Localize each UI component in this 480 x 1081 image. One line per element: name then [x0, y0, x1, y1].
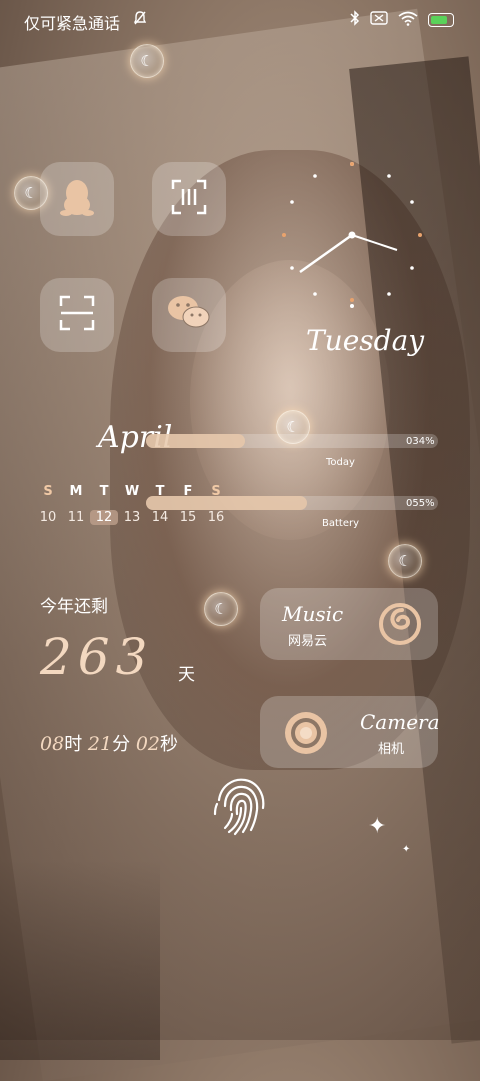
battery-percent: 055% — [406, 498, 435, 509]
calendar-day: 13 — [123, 510, 141, 525]
weekday-label: Tuesday — [306, 324, 425, 357]
battery-charging-icon — [428, 13, 454, 27]
mute-bell-icon — [132, 10, 148, 30]
no-sim-icon — [370, 11, 388, 29]
music-title: Music — [282, 602, 344, 626]
wechat-icon — [166, 293, 212, 337]
calendar-day: 14 — [151, 510, 169, 525]
penguin-icon — [58, 177, 96, 221]
background-shadow-left — [0, 860, 160, 1060]
moon-bubble-icon: ☾ — [130, 44, 164, 78]
camera-title: Camera — [360, 710, 440, 734]
countdown-seconds: 02 — [135, 733, 161, 755]
weekday-cell: S — [211, 484, 221, 499]
calendar-day-today: 12 — [90, 510, 118, 525]
weekday-cell: T — [99, 484, 109, 499]
calendar-day: 10 — [39, 510, 57, 525]
today-progress-bar — [146, 434, 438, 448]
fingerprint-unlock-icon[interactable] — [205, 770, 275, 840]
countdown-hours: 08 — [40, 733, 65, 755]
today-progress-fill — [146, 434, 246, 448]
weekday-cell: F — [183, 484, 193, 499]
sparkle-icon: ✦ — [402, 844, 411, 855]
moon-bubble-icon: ☾ — [388, 544, 422, 578]
hours-unit: 时 — [64, 734, 83, 755]
music-widget[interactable]: Music 网易云 — [260, 588, 438, 660]
camera-lens-icon — [282, 709, 330, 761]
sparkle-icon: ✦ — [368, 814, 387, 839]
countdown-label: 今年还剩 — [40, 597, 108, 617]
today-label: Today — [326, 457, 355, 468]
calendar-day: 15 — [179, 510, 197, 525]
barcode-scan-icon — [169, 177, 209, 221]
camera-subtitle: 相机 — [378, 742, 405, 757]
camera-widget[interactable]: Camera 相机 — [260, 696, 440, 768]
calendar-weekday-header: S M T W T F S — [34, 484, 230, 499]
countdown-time: 08时 21分 02秒 — [40, 730, 178, 756]
battery-label: Battery — [322, 518, 360, 529]
calendar-week-row: 10 11 12 13 14 15 16 — [34, 510, 230, 525]
countdown-unit: 天 — [178, 665, 195, 685]
app-scan[interactable] — [40, 278, 114, 352]
weekday-cell: M — [69, 484, 83, 499]
app-qq[interactable] — [40, 162, 114, 236]
status-icons — [350, 10, 454, 30]
music-subtitle: 网易云 — [288, 634, 328, 649]
app-wechat[interactable] — [152, 278, 226, 352]
calendar-day: 11 — [67, 510, 85, 525]
analog-clock — [282, 158, 422, 318]
netease-music-icon — [376, 600, 424, 652]
status-bar: 仅可紧急通话 — [0, 0, 480, 40]
weekday-cell: W — [124, 484, 140, 499]
weekday-cell: T — [155, 484, 165, 499]
today-percent: 034% — [406, 436, 435, 447]
countdown-days: 263 — [40, 628, 154, 686]
bluetooth-icon — [350, 10, 360, 30]
countdown-minutes: 21 — [87, 733, 113, 755]
moon-bubble-icon: ☾ — [204, 592, 238, 626]
minutes-unit: 分 — [112, 734, 131, 755]
scan-frame-icon — [57, 293, 97, 337]
weekday-cell: S — [43, 484, 53, 499]
carrier-text: 仅可紧急通话 — [24, 14, 121, 33]
calendar-day: 16 — [207, 510, 225, 525]
wifi-icon — [398, 11, 418, 30]
seconds-unit: 秒 — [160, 734, 179, 755]
app-scanner[interactable] — [152, 162, 226, 236]
